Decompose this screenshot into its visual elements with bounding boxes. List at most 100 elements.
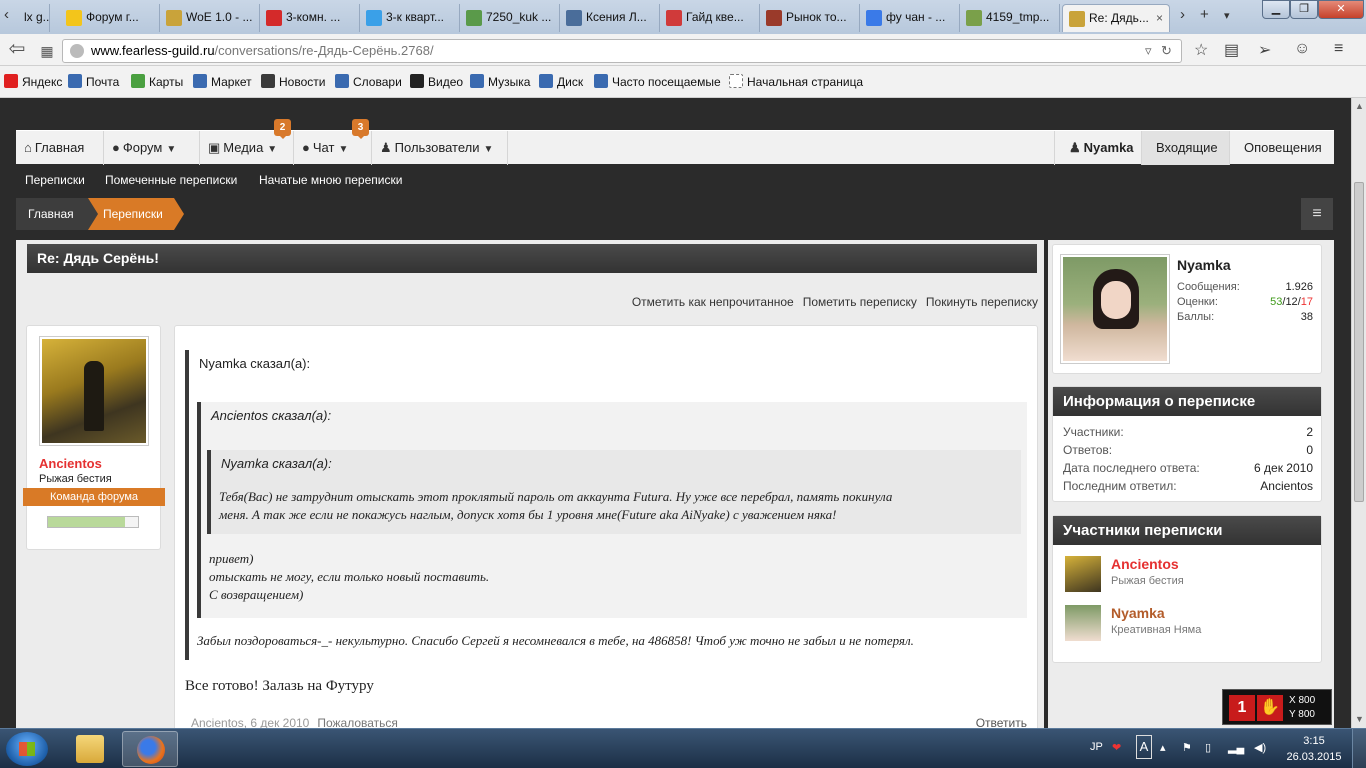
favicon-icon xyxy=(666,10,682,26)
signal-icon[interactable]: ▂▄ xyxy=(1228,741,1244,754)
author-name[interactable]: Ancientos xyxy=(39,456,102,471)
nav-chat[interactable]: ● Чат ▼ 3 xyxy=(294,119,372,165)
nav-inbox[interactable]: Входящие xyxy=(1142,131,1230,165)
last-poster-link[interactable]: Ancientos xyxy=(1260,479,1313,493)
subnav-starred[interactable]: Помеченные переписки xyxy=(105,173,237,187)
ime-icon[interactable]: A xyxy=(1136,735,1152,759)
reading-list-icon[interactable]: ▤ xyxy=(1224,40,1239,60)
stat-messages: Сообщения: 1.926 xyxy=(1177,281,1313,293)
tab-scroll-right-icon[interactable]: › xyxy=(1180,6,1185,23)
bookmark-item[interactable]: Диск xyxy=(539,74,583,89)
browser-tab[interactable]: 3-к кварт... xyxy=(360,4,460,32)
taskbar-explorer[interactable] xyxy=(62,731,118,767)
participant-name[interactable]: Ancientos xyxy=(1111,556,1179,572)
browser-tab[interactable]: WoE 1.0 - ... xyxy=(160,4,260,32)
quote-attribution[interactable]: Nyamka сказал(а): xyxy=(199,356,310,371)
browser-tab[interactable]: Гайд кве... xyxy=(660,4,760,32)
participant-item[interactable]: Ancientos Рыжая бестия xyxy=(1065,556,1315,592)
quote-text: отыскать не могу, если только новый пост… xyxy=(209,569,490,584)
browser-tab[interactable]: Форум г... xyxy=(60,4,160,32)
quote-attribution[interactable]: Nyamka сказал(а): xyxy=(221,456,332,471)
back-icon[interactable]: ⇦ xyxy=(6,39,28,62)
breadcrumb-home[interactable]: Главная xyxy=(16,198,98,230)
avatar[interactable] xyxy=(1065,605,1101,641)
nav-alerts[interactable]: Оповещения xyxy=(1230,131,1334,165)
reply-link[interactable]: Ответить xyxy=(976,716,1027,728)
participant-name[interactable]: Nyamka xyxy=(1111,605,1165,621)
nav-forum[interactable]: ● Форум ▼ xyxy=(104,131,200,165)
reload-icon[interactable]: ↻ xyxy=(1161,40,1172,62)
heart-icon[interactable]: ❤ xyxy=(1112,741,1121,754)
device-icon[interactable]: ▯ xyxy=(1205,741,1211,754)
report-link[interactable]: Пожаловаться xyxy=(317,716,398,728)
bookmark-label: Карты xyxy=(149,75,184,89)
minimize-button[interactable]: ▁ xyxy=(1262,0,1290,19)
meta-author[interactable]: Ancientos, xyxy=(191,716,247,728)
start-button[interactable] xyxy=(6,732,48,766)
language-indicator[interactable]: JP xyxy=(1090,741,1103,753)
grid-icon[interactable]: ▦ xyxy=(36,40,58,62)
bookmark-item[interactable]: Начальная страница xyxy=(729,74,863,89)
show-desktop-button[interactable] xyxy=(1352,729,1366,768)
nav-media[interactable]: ▣ Медиа ▼ 2 xyxy=(200,119,294,165)
visitor-name[interactable]: Nyamka xyxy=(1177,257,1231,273)
tab-label: 3-комн. ... xyxy=(286,10,341,24)
breadcrumb-current[interactable]: Переписки xyxy=(88,198,184,230)
browser-tab[interactable]: 4159_tmp... xyxy=(960,4,1060,32)
quote-attribution[interactable]: Ancientos сказал(а): xyxy=(211,408,331,423)
share-icon[interactable]: ➢ xyxy=(1258,40,1271,60)
scrollbar-thumb[interactable] xyxy=(1354,182,1364,502)
tab-list-icon[interactable]: ▾ xyxy=(1224,9,1230,22)
volume-icon[interactable]: ◀) xyxy=(1254,741,1266,754)
close-tab-icon[interactable]: × xyxy=(1156,11,1163,25)
scroll-up-icon[interactable]: ▲ xyxy=(1355,101,1364,111)
browser-tab[interactable]: фу чан - ... xyxy=(860,4,960,32)
smiley-icon[interactable]: ☺ xyxy=(1294,40,1310,58)
avatar[interactable] xyxy=(1060,254,1170,364)
dropdown-icon[interactable]: ▿ xyxy=(1145,40,1152,62)
jump-menu-icon[interactable]: ≡ xyxy=(1301,198,1333,230)
bookmark-item[interactable]: Карты xyxy=(131,74,184,89)
avatar[interactable] xyxy=(39,336,149,446)
star-conversation-link[interactable]: Пометить переписку xyxy=(803,295,917,309)
bookmark-item[interactable]: Музыка xyxy=(470,74,530,89)
bookmark-item[interactable]: Видео xyxy=(410,74,463,89)
user-progress-bar xyxy=(47,516,139,528)
bookmark-item[interactable]: Почта xyxy=(68,74,119,89)
page-scrollbar[interactable]: ▲ ▼ xyxy=(1351,98,1366,728)
clock[interactable]: 3:15 26.03.2015 xyxy=(1284,733,1344,765)
browser-tab[interactable]: 3-комн. ... xyxy=(260,4,360,32)
new-tab-icon[interactable]: + xyxy=(1200,6,1209,23)
nav-home[interactable]: ⌂ Главная xyxy=(16,131,104,165)
bookmark-item[interactable]: Маркет xyxy=(193,74,252,89)
scroll-down-icon[interactable]: ▼ xyxy=(1355,714,1364,724)
meta-date[interactable]: 6 дек 2010 xyxy=(250,716,309,728)
tray-expand-icon[interactable]: ▴ xyxy=(1160,741,1166,754)
disk-icon xyxy=(539,74,553,88)
leave-conversation-link[interactable]: Покинуть переписку xyxy=(926,295,1038,309)
browser-tab[interactable]: Ксения Л... xyxy=(560,4,660,32)
bookmark-item[interactable]: Часто посещаемые xyxy=(594,74,721,89)
avatar[interactable] xyxy=(1065,556,1101,592)
maximize-button[interactable]: ❐ xyxy=(1290,0,1318,19)
url-bar[interactable]: www.fearless-guild.ru/conversations/re-Д… xyxy=(62,39,1182,63)
menu-icon[interactable]: ≡ xyxy=(1334,40,1343,58)
subnav-started[interactable]: Начатые мною переписки xyxy=(259,173,402,187)
close-window-button[interactable]: ✕ xyxy=(1318,0,1364,19)
nav-users[interactable]: ♟ Пользователи ▼ xyxy=(372,131,508,165)
browser-tab[interactable]: 7250_kuk ... xyxy=(460,4,560,32)
mark-unread-link[interactable]: Отметить как непрочитанное xyxy=(632,295,794,309)
bookmark-item[interactable]: Словари xyxy=(335,74,402,89)
nav-account[interactable]: ♟ Nyamka xyxy=(1054,131,1142,165)
subnav-conversations[interactable]: Переписки xyxy=(25,173,85,187)
browser-tab-active[interactable]: Re: Дядь... × xyxy=(1062,4,1170,32)
browser-tab[interactable]: Рынок то... xyxy=(760,4,860,32)
taskbar-firefox[interactable] xyxy=(122,731,178,767)
bookmark-item[interactable]: Яндекс xyxy=(4,74,62,89)
participant-item[interactable]: Nyamka Креативная Няма xyxy=(1065,605,1315,641)
tab-scroll-left-icon[interactable]: ‹ xyxy=(4,6,9,23)
browser-tab[interactable]: lx g... xyxy=(14,4,50,32)
flag-icon[interactable]: ⚑ xyxy=(1182,741,1192,754)
bookmark-item[interactable]: Новости xyxy=(261,74,325,89)
star-icon[interactable]: ☆ xyxy=(1194,40,1208,60)
